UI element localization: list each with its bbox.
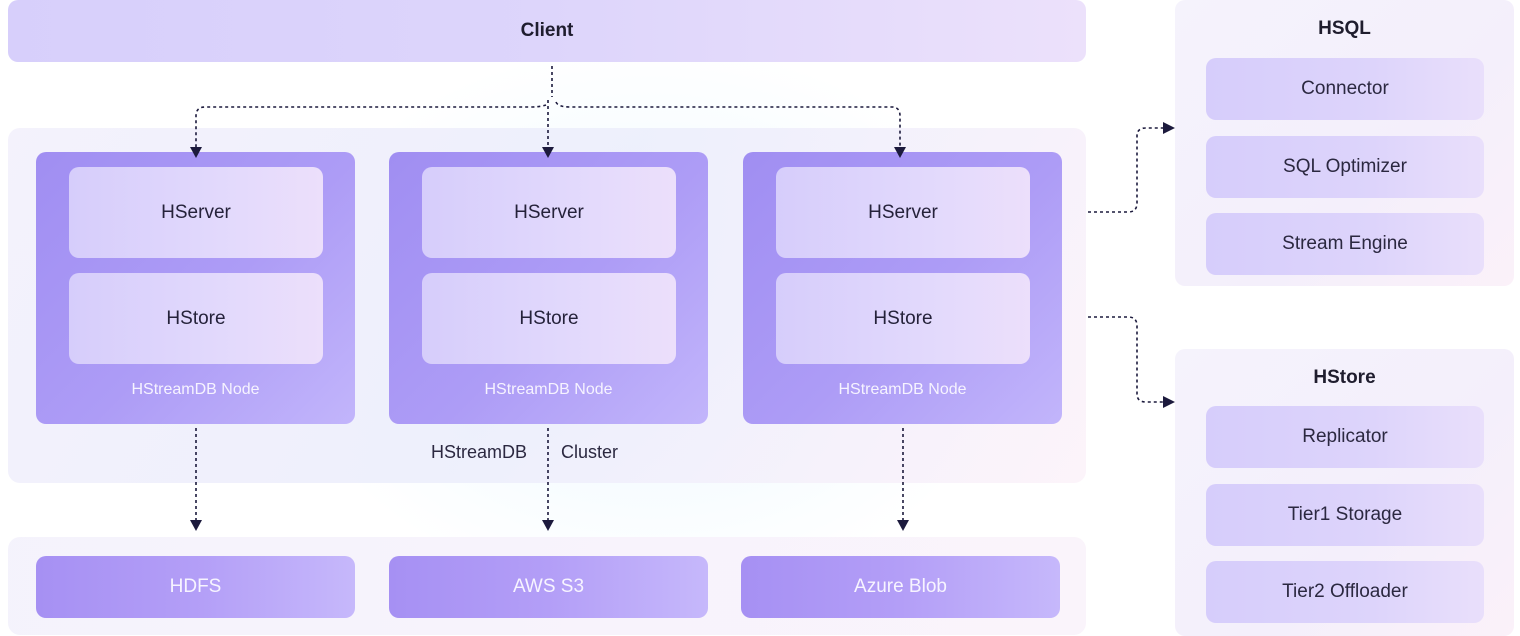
item-label: Tier1 Storage [1287, 504, 1403, 525]
hstore-item-replicator: Replicator [1206, 406, 1484, 468]
hstore-item-tier2-offloader: Tier2 Offloader [1206, 561, 1484, 623]
client-label: Client [520, 20, 574, 41]
arrowhead-s3 [542, 520, 554, 531]
hserver-label: HServer [868, 201, 938, 223]
hstreamdb-node-3: HServer HStore HStreamDB Node [743, 152, 1062, 424]
cluster-label-left: HStreamDB [431, 442, 528, 462]
arrowhead-hsql [1163, 122, 1175, 134]
hstore-label: HStore [166, 307, 226, 329]
cluster-label-right: Cluster [561, 442, 619, 462]
hsql-title: HSQL [1318, 18, 1371, 39]
arrowhead-hstore [1163, 396, 1175, 408]
hstore-item-tier1-storage: Tier1 Storage [1206, 484, 1484, 546]
storage-azure-blob: Azure Blob [741, 556, 1060, 618]
item-label: Connector [1301, 78, 1389, 99]
item-label: Replicator [1302, 426, 1388, 447]
item-label: Tier2 Offloader [1282, 581, 1408, 602]
node-label: HStreamDB Node [838, 381, 967, 398]
hserver-label: HServer [161, 201, 231, 223]
arrow-to-hstore [1088, 316, 1164, 403]
hstore-panel: HStore Replicator Tier1 Storage Tier2 Of… [1175, 349, 1514, 636]
hstore-box: HStore [422, 273, 676, 364]
storage-hdfs: HDFS [36, 556, 355, 618]
node-label: HStreamDB Node [131, 381, 260, 398]
item-label: SQL Optimizer [1283, 156, 1407, 177]
storage-label: AWS S3 [512, 576, 585, 597]
hsql-item-connector: Connector [1206, 58, 1484, 120]
hstore-box: HStore [776, 273, 1030, 364]
hserver-box: HServer [776, 167, 1030, 258]
storage-aws-s3: AWS S3 [389, 556, 708, 618]
arrowhead-hdfs [190, 520, 202, 531]
hserver-box: HServer [422, 167, 676, 258]
node-label: HStreamDB Node [484, 381, 613, 398]
hserver-label: HServer [514, 201, 584, 223]
hsql-item-stream-engine: Stream Engine [1206, 213, 1484, 275]
hstreamdb-node-1: HServer HStore HStreamDB Node [36, 152, 355, 424]
hsql-panel: HSQL Connector SQL Optimizer Stream Engi… [1175, 0, 1514, 286]
hstore-label: HStore [519, 307, 579, 329]
hsql-item-sql-optimizer: SQL Optimizer [1206, 136, 1484, 198]
storage-label: Azure Blob [854, 576, 947, 597]
hstore-box: HStore [69, 273, 323, 364]
hserver-box: HServer [69, 167, 323, 258]
hstore-label: HStore [873, 307, 933, 329]
hstreamdb-node-2: HServer HStore HStreamDB Node [389, 152, 708, 424]
hstore-title: HStore [1313, 367, 1376, 388]
item-label: Stream Engine [1282, 233, 1408, 254]
arrow-to-hsql [1088, 127, 1164, 213]
arrowhead-azure [897, 520, 909, 531]
storage-label: HDFS [169, 576, 222, 597]
client-box: Client [8, 0, 1086, 62]
